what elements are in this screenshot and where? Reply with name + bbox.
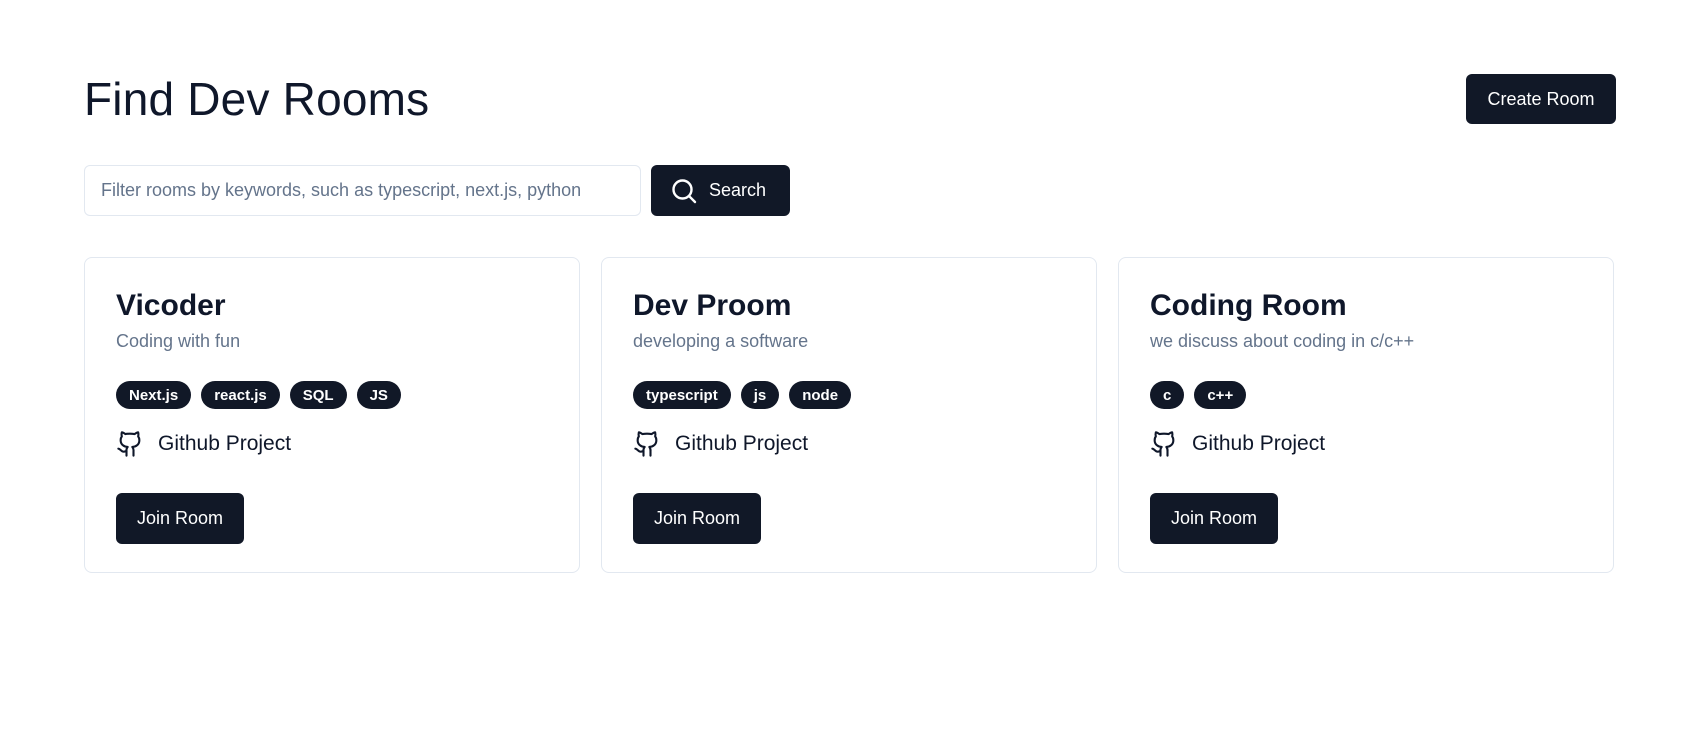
tag-badge[interactable]: c++ [1194, 381, 1247, 409]
github-project-label: Github Project [158, 432, 292, 455]
room-title: Coding Room [1150, 289, 1347, 322]
tag-badge[interactable]: react.js [201, 381, 280, 409]
page-header: Find Dev Rooms Create Room [84, 73, 1616, 125]
github-project-link[interactable]: Github Project [116, 429, 291, 459]
tag-badge[interactable]: JS [356, 381, 401, 409]
room-card: Coding Room we discuss about coding in c… [1118, 257, 1614, 573]
join-room-button[interactable]: Join Room [1150, 493, 1278, 544]
page-title: Find Dev Rooms [84, 73, 430, 125]
search-button[interactable]: Search [651, 165, 790, 216]
tag-list: typescript js node [633, 381, 1066, 409]
tag-list: c c++ [1150, 381, 1583, 409]
page: Find Dev Rooms Create Room Search Vicode… [0, 0, 1702, 750]
github-project-link[interactable]: Github Project [633, 429, 808, 459]
join-room-button[interactable]: Join Room [116, 493, 244, 544]
create-room-button[interactable]: Create Room [1466, 74, 1616, 124]
tag-badge[interactable]: Next.js [116, 381, 192, 409]
tag-badge[interactable]: c [1150, 381, 1185, 409]
tag-list: Next.js react.js SQL JS [116, 381, 549, 409]
tag-badge[interactable]: SQL [289, 381, 347, 409]
room-title: Dev Proom [633, 289, 792, 322]
room-title: Vicoder [116, 289, 226, 322]
search-input[interactable] [84, 165, 641, 216]
github-project-label: Github Project [1192, 432, 1326, 455]
room-card: Vicoder Coding with fun Next.js react.js… [84, 257, 580, 573]
github-icon [116, 429, 144, 459]
room-card: Dev Proom developing a software typescri… [601, 257, 1097, 573]
github-project-link[interactable]: Github Project [1150, 429, 1325, 459]
tag-badge[interactable]: js [740, 381, 780, 409]
github-icon [1150, 429, 1178, 459]
tag-badge[interactable]: typescript [633, 381, 731, 409]
room-description: Coding with fun [116, 331, 241, 351]
room-description: we discuss about coding in c/c++ [1150, 331, 1415, 351]
join-room-button[interactable]: Join Room [633, 493, 761, 544]
search-bar: Search [84, 165, 790, 216]
search-icon [671, 178, 697, 204]
tag-badge[interactable]: node [789, 381, 852, 409]
search-button-label: Search [708, 180, 767, 200]
room-list: Vicoder Coding with fun Next.js react.js… [84, 257, 1616, 573]
github-icon [633, 429, 661, 459]
room-description: developing a software [633, 331, 809, 351]
github-project-label: Github Project [675, 432, 809, 455]
